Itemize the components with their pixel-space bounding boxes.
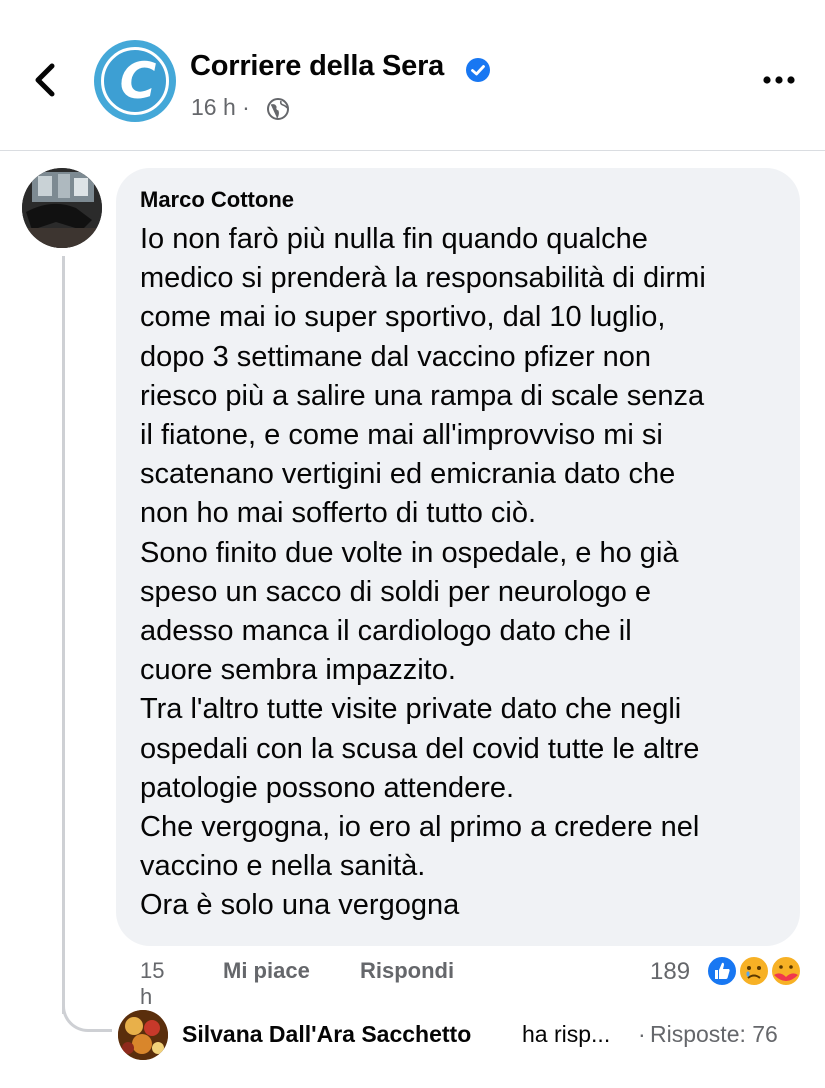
view-replies-row[interactable]: Silvana Dall'Ara Sacchetto ha risp... · … (118, 1010, 808, 1060)
comment-line: ospedali con la scusa del covid tutte le… (140, 732, 700, 765)
comment-line: cuore sembra impazzito. (140, 654, 456, 687)
avatar-letter: C (119, 52, 157, 110)
comment-line: Sono finito due volte in ospedale, e ho … (140, 536, 679, 569)
comment-text: Io non farò più nulla fin quando qualche… (140, 220, 790, 926)
comment-line: medico si prenderà la responsabilità di … (140, 262, 706, 295)
care-icon (770, 955, 802, 987)
post-time[interactable]: 16 h (191, 94, 236, 120)
comment-line: non ho mai sofferto di tutto ciò. (140, 497, 537, 530)
avatar-photo (22, 168, 102, 248)
reply-separator: · (638, 1021, 646, 1047)
comment-line: scatenano vertigini ed emicrania dato ch… (140, 458, 676, 491)
back-button[interactable] (28, 58, 64, 102)
page-avatar[interactable]: C (94, 40, 176, 122)
more-horizontal-icon (763, 76, 795, 84)
reactions-summary[interactable] (704, 953, 804, 989)
comment-line: Tra l'altro tutte visite private dato ch… (140, 693, 682, 726)
globe-icon (267, 98, 289, 120)
comment-line: speso un sacco di soldi per neurologo e (140, 575, 652, 608)
comment-line: dopo 3 settimane dal vaccino pfizer non (140, 340, 652, 373)
like-button[interactable]: Mi piace (223, 958, 310, 984)
comment-time[interactable]: 15 h (140, 958, 164, 1010)
comment-line: come mai io super sportivo, dal 10 lugli… (140, 301, 666, 334)
reply-author: Silvana Dall'Ara Sacchetto (182, 1021, 472, 1047)
comment-author[interactable]: Marco Cottone (140, 187, 294, 213)
sad-icon (738, 955, 770, 987)
verified-badge-icon (466, 58, 490, 82)
more-options-button[interactable] (760, 66, 798, 94)
like-icon (706, 955, 738, 987)
post-meta: 16 h · (191, 94, 250, 121)
reaction-count[interactable]: 189 (650, 958, 690, 986)
comment-line: Che vergogna, io ero al primo a credere … (140, 811, 700, 844)
thread-line (62, 256, 65, 1014)
comment-line: Io non farò più nulla fin quando qualche (140, 223, 648, 255)
comment-line: vaccino e nella sanità. (140, 850, 426, 883)
comment-line: Ora è solo una vergogna (140, 889, 460, 922)
reply-count: Risposte: 76 (650, 1021, 778, 1047)
reply-button[interactable]: Rispondi (360, 958, 454, 984)
header-divider (0, 150, 825, 151)
page-name[interactable]: Corriere della Sera (190, 50, 444, 83)
thread-connector (62, 990, 112, 1032)
commenter-avatar[interactable] (22, 168, 102, 248)
comment-line: adesso manca il cardiologo dato che il (140, 615, 632, 648)
reply-avatar (118, 1010, 168, 1060)
post-header: C Corriere della Sera 16 h · (0, 0, 825, 150)
meta-separator: · (242, 94, 250, 120)
comment-line: riesco più a salire una rampa di scale s… (140, 379, 705, 412)
reply-action-text: ha risp... (522, 1021, 611, 1047)
chevron-left-icon (35, 63, 55, 97)
comment-line: patologie possono attendere. (140, 771, 515, 804)
comment-line: il fiatone, e come mai all'improvviso mi… (140, 419, 663, 452)
